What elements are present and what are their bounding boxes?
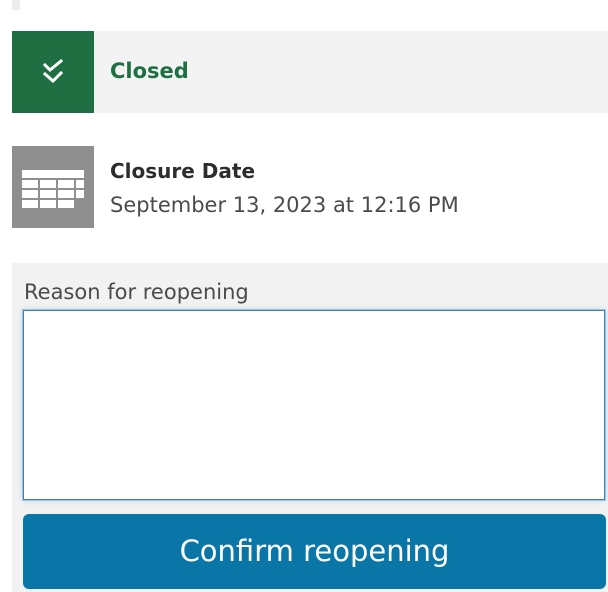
closed-ticket-panel: Closed Closure Date September 13, 2023 a… (0, 0, 608, 592)
closure-date-value: September 13, 2023 at 12:16 PM (110, 193, 459, 217)
closure-date-title: Closure Date (110, 159, 256, 183)
status-row: Closed (12, 31, 608, 113)
reason-textarea[interactable] (23, 310, 605, 500)
reason-label: Reason for reopening (24, 280, 249, 304)
status-label: Closed (110, 59, 189, 83)
closure-date-row: Closure Date September 13, 2023 at 12:16… (12, 146, 572, 230)
calendar-icon (12, 146, 94, 228)
top-fragment (12, 0, 20, 10)
double-check-icon (42, 59, 64, 83)
reopen-form: Reason for reopening Confirm reopening (12, 263, 608, 592)
status-icon-tile (12, 31, 94, 113)
confirm-reopening-button[interactable]: Confirm reopening (23, 514, 606, 589)
